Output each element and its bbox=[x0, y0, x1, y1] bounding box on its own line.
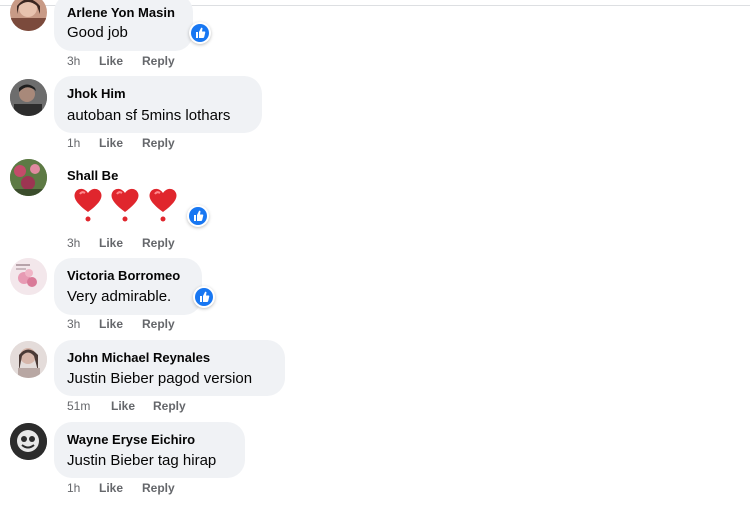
comment-text: Justin Bieber pagod version bbox=[67, 370, 253, 387]
avatar[interactable] bbox=[10, 423, 47, 460]
reply-link[interactable]: Reply bbox=[142, 481, 175, 495]
like-link[interactable]: Like bbox=[99, 136, 123, 150]
like-link[interactable]: Like bbox=[99, 54, 123, 68]
comment-timestamp[interactable]: 3h bbox=[67, 236, 80, 250]
like-link[interactable]: Like bbox=[99, 236, 123, 250]
comment-text: Good job bbox=[67, 24, 128, 41]
red-heart-icon bbox=[149, 188, 177, 222]
comment-bubble: John Michael Reynales Justin Bieber pago… bbox=[54, 340, 285, 396]
avatar[interactable] bbox=[10, 0, 47, 31]
avatar[interactable] bbox=[10, 159, 47, 196]
comment-author[interactable]: Arlene Yon Masin bbox=[67, 5, 175, 20]
comment-text: Justin Bieber tag hirap bbox=[67, 452, 217, 469]
avatar[interactable] bbox=[10, 341, 47, 378]
like-reaction-icon[interactable] bbox=[189, 22, 211, 44]
like-reaction-icon[interactable] bbox=[187, 205, 209, 227]
comment-author[interactable]: Jhok Him bbox=[67, 86, 126, 101]
comment-timestamp[interactable]: 51m bbox=[67, 399, 90, 413]
comment-timestamp[interactable]: 3h bbox=[67, 317, 80, 331]
reply-link[interactable]: Reply bbox=[153, 399, 186, 413]
red-heart-icon bbox=[74, 188, 102, 222]
avatar[interactable] bbox=[10, 79, 47, 116]
comment-timestamp[interactable]: 1h bbox=[67, 481, 80, 495]
like-link[interactable]: Like bbox=[99, 481, 123, 495]
comment-author[interactable]: Victoria Borromeo bbox=[67, 268, 180, 283]
comment-timestamp[interactable]: 1h bbox=[67, 136, 80, 150]
comment-author[interactable]: John Michael Reynales bbox=[67, 350, 210, 365]
comment-text: Very admirable. bbox=[67, 288, 172, 305]
reply-link[interactable]: Reply bbox=[142, 136, 175, 150]
comment-timestamp[interactable]: 3h bbox=[67, 54, 80, 68]
reply-link[interactable]: Reply bbox=[142, 236, 175, 250]
comment-text: autoban sf 5mins lothars bbox=[67, 107, 231, 124]
red-heart-icon bbox=[111, 188, 139, 222]
reply-link[interactable]: Reply bbox=[142, 54, 175, 68]
comment-bubble: Arlene Yon Masin Good job bbox=[54, 0, 193, 51]
comment-author[interactable]: Shall Be bbox=[67, 168, 118, 183]
comment-bubble: Wayne Eryse Eichiro Justin Bieber tag hi… bbox=[54, 422, 245, 478]
like-reaction-icon[interactable] bbox=[193, 286, 215, 308]
like-link[interactable]: Like bbox=[99, 317, 123, 331]
like-link[interactable]: Like bbox=[111, 399, 135, 413]
avatar[interactable] bbox=[10, 258, 47, 295]
comment-bubble: Victoria Borromeo Very admirable. bbox=[54, 258, 202, 315]
reply-link[interactable]: Reply bbox=[142, 317, 175, 331]
comment-bubble: Jhok Him autoban sf 5mins lothars bbox=[54, 76, 262, 133]
comment-author[interactable]: Wayne Eryse Eichiro bbox=[67, 432, 195, 447]
